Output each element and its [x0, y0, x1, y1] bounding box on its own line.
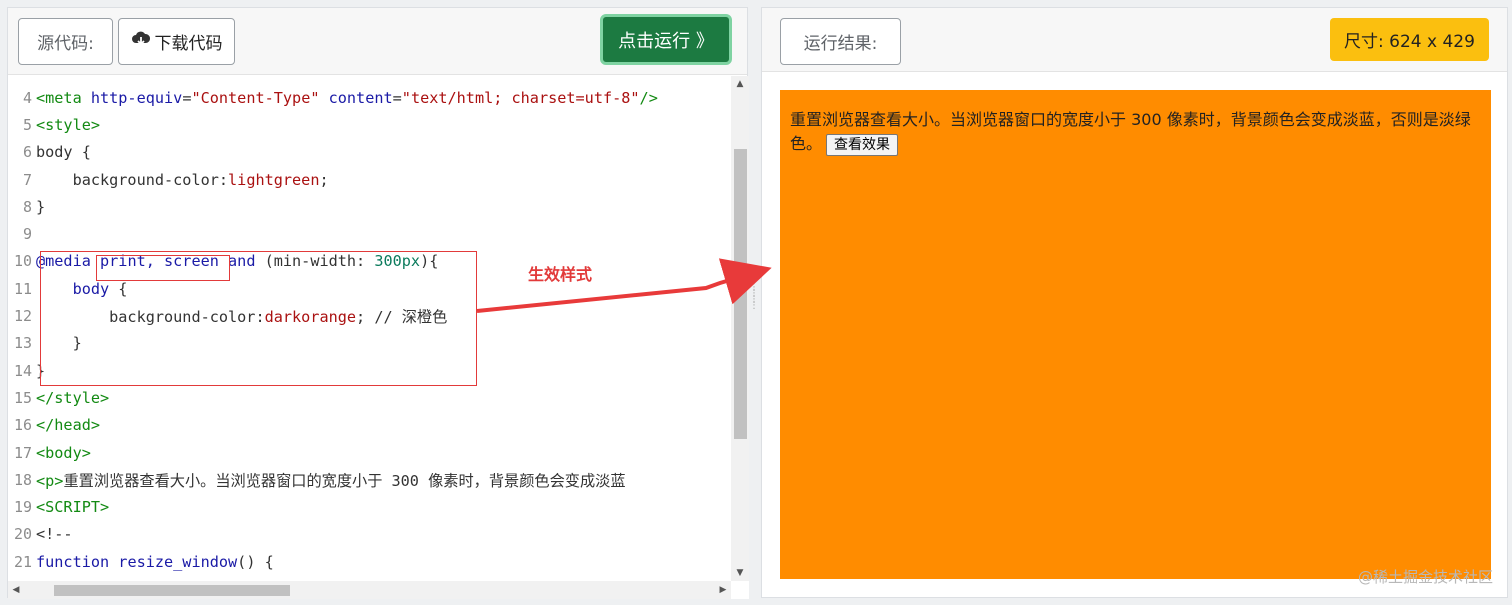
- source-pane: 源代码: 下载代码 点击运行 》 4 <meta http-equiv ="Con…: [7, 7, 749, 599]
- code-token: =: [392, 88, 402, 107]
- pane-splitter-handle[interactable]: ⋮ ⋮ ⋮ ⋮: [749, 283, 759, 321]
- source-code-button[interactable]: 源代码:: [18, 18, 113, 65]
- line-content: body {: [36, 143, 91, 162]
- code-line: 9: [8, 220, 730, 247]
- code-token: http-equiv: [81, 88, 183, 107]
- code-token: <meta: [36, 88, 82, 107]
- download-code-label: 下载代码: [154, 34, 223, 54]
- size-label: 尺寸: 624 x 429: [1344, 32, 1475, 52]
- size-badge: 尺寸: 624 x 429: [1330, 18, 1489, 61]
- code-token: resize_window: [109, 552, 238, 571]
- line-number: 14: [13, 361, 32, 380]
- code-line: 18 <p>重置浏览器查看大小。当浏览器窗口的宽度小于 300 像素时，背景颜色…: [8, 466, 730, 493]
- line-number: 17: [13, 443, 32, 462]
- line-content: </head>: [36, 416, 101, 435]
- vertical-scroll-thumb[interactable]: [734, 149, 747, 439]
- code-line: 21 function resize_window() {: [8, 548, 730, 574]
- code-line: 5 <style>: [8, 111, 730, 138]
- line-number: 12: [13, 307, 32, 326]
- vertical-scrollbar[interactable]: ▲ ▼: [731, 76, 749, 581]
- result-pane: 运行结果: 尺寸: 624 x 429 重置浏览器查看大小。当浏览器窗口的宽度小…: [761, 7, 1508, 598]
- line-content: <p>重置浏览器查看大小。当浏览器窗口的宽度小于 300 像素时，背景颜色会变成…: [36, 469, 626, 491]
- scroll-left-icon[interactable]: ◀: [8, 581, 24, 599]
- code-line: 20 <!--: [8, 521, 730, 548]
- view-effect-button[interactable]: 查看效果: [826, 134, 899, 156]
- code-token: content: [319, 88, 393, 107]
- line-number: 5: [22, 115, 32, 134]
- code-line: 19 <SCRIPT>: [8, 493, 730, 520]
- line-number: 16: [13, 416, 32, 435]
- code-line: 15 </style>: [8, 384, 730, 411]
- horizontal-scroll-thumb[interactable]: [54, 585, 290, 596]
- result-toolbar: 运行结果: 尺寸: 624 x 429: [762, 8, 1507, 72]
- code-line: 8 }: [8, 193, 730, 220]
- code-token: "text/html; charset=utf-8": [401, 88, 640, 107]
- scroll-down-icon[interactable]: ▼: [731, 565, 749, 581]
- preview-paragraph: 重置浏览器查看大小。当浏览器窗口的宽度小于 300 像素时，背景颜色会变成淡蓝，…: [790, 108, 1481, 156]
- watermark: @稀土掘金技术社区: [1357, 568, 1493, 586]
- code-line: 16 </head>: [8, 412, 730, 439]
- line-number: 4: [22, 88, 32, 107]
- page: 源代码: 下载代码 点击运行 》 4 <meta http-equiv ="Con…: [0, 0, 1512, 605]
- line-number: 20: [13, 525, 32, 544]
- run-result-label: 运行结果:: [803, 34, 878, 54]
- line-number: 6: [22, 143, 32, 162]
- line-number: 21: [13, 552, 32, 571]
- scroll-right-icon[interactable]: ▶: [715, 581, 731, 599]
- line-content: </style>: [36, 388, 110, 407]
- line-number: 13: [13, 334, 32, 353]
- source-code-label: 源代码:: [37, 34, 94, 54]
- preview-frame: 重置浏览器查看大小。当浏览器窗口的宽度小于 300 像素时，背景颜色会变成淡蓝，…: [780, 90, 1491, 579]
- code-line: 7 background-color:lightgreen;: [8, 166, 730, 193]
- code-token: background-color:: [36, 170, 229, 189]
- highlight-box-media-types: [96, 255, 230, 281]
- run-button[interactable]: 点击运行 》: [600, 14, 732, 65]
- horizontal-scrollbar[interactable]: ◀ ▶: [8, 581, 731, 599]
- line-number: 11: [13, 279, 32, 298]
- code-line: 17 <body>: [8, 439, 730, 466]
- code-token: 重置浏览器查看大小。当浏览器窗口的宽度小于 300 像素时，背景颜色会变成淡蓝: [63, 471, 626, 490]
- code-token: lightgreen: [228, 170, 320, 189]
- line-content: <meta http-equiv="Content-Type" content=…: [36, 89, 658, 107]
- scroll-up-icon[interactable]: ▲: [731, 76, 749, 92]
- code-token: () {: [237, 552, 274, 571]
- line-number: 15: [13, 388, 32, 407]
- code-token: ;: [319, 170, 329, 189]
- run-label: 点击运行 》: [618, 30, 714, 52]
- code-line: 6 body {: [8, 139, 730, 166]
- line-content: function resize_window() {: [36, 553, 274, 571]
- line-number: 7: [22, 170, 32, 189]
- line-number: 19: [13, 498, 32, 517]
- download-code-button[interactable]: 下载代码: [118, 18, 235, 65]
- annotation-effective-style: 生效样式: [528, 265, 593, 284]
- source-toolbar: 源代码: 下载代码 点击运行 》: [8, 8, 747, 75]
- code-token: />: [639, 88, 658, 107]
- line-content: <style>: [36, 115, 101, 134]
- line-number: 18: [13, 470, 32, 489]
- line-number: 10: [13, 252, 32, 271]
- line-content: <!--: [36, 525, 73, 544]
- line-number: 9: [22, 225, 32, 244]
- run-result-button[interactable]: 运行结果:: [780, 18, 901, 65]
- cloud-download-icon: [131, 30, 151, 53]
- line-content: <body>: [36, 443, 91, 462]
- line-number: 8: [22, 197, 32, 216]
- code-token: "Content-Type": [191, 88, 320, 107]
- code-editor[interactable]: 4 <meta http-equiv = "Content-Type" conten…: [8, 76, 749, 599]
- line-content: <SCRIPT>: [36, 498, 110, 517]
- code-token: function: [36, 552, 110, 571]
- code-line: 4 <meta http-equiv = "Content-Type" conten…: [8, 84, 730, 111]
- line-content: }: [36, 197, 46, 216]
- line-content: background-color:lightgreen;: [36, 171, 329, 189]
- code-token: <p>: [36, 471, 64, 490]
